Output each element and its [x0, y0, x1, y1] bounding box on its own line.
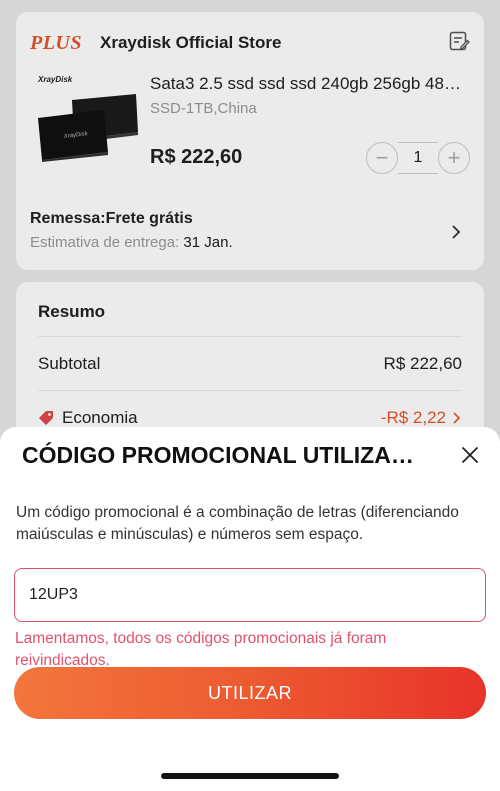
- promo-description: Um código promocional é a combinação de …: [16, 504, 459, 543]
- home-indicator[interactable]: [161, 773, 339, 779]
- promo-code-sheet: CÓDIGO PROMOCIONAL UTILIZADO Um código p…: [0, 427, 500, 791]
- close-icon: [461, 446, 479, 464]
- promo-error-message: Lamentamos, todos os códigos promocionai…: [15, 630, 387, 669]
- apply-button[interactable]: UTILIZAR: [14, 667, 486, 719]
- sheet-title: CÓDIGO PROMOCIONAL UTILIZADO: [22, 442, 422, 468]
- close-button[interactable]: [456, 441, 484, 469]
- promo-code-input[interactable]: [14, 568, 486, 622]
